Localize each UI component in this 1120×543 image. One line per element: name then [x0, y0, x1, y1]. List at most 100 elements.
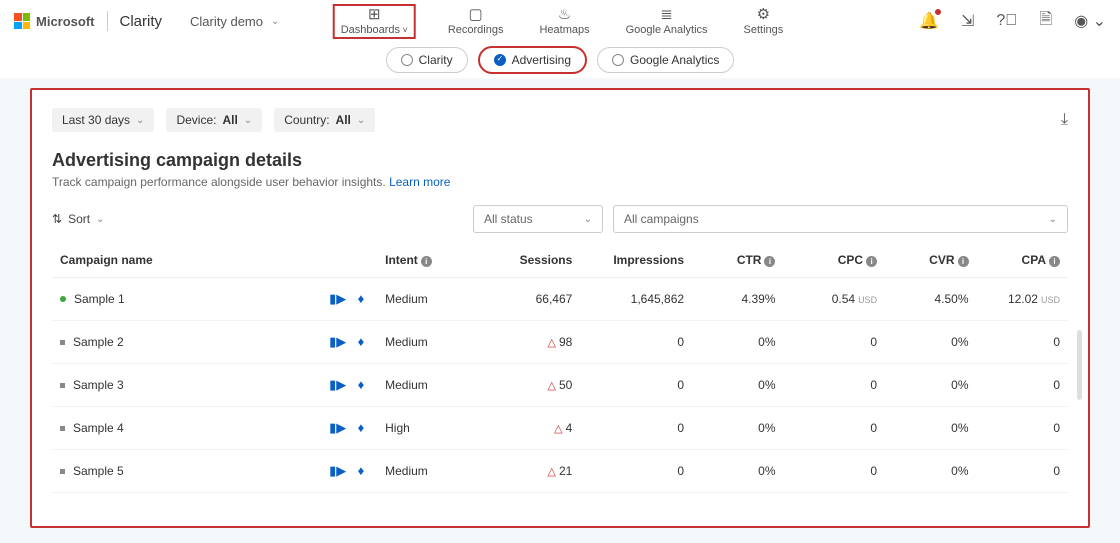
- status-dot-icon: [60, 296, 66, 302]
- sessions-cell: △21: [479, 450, 581, 493]
- help-icon[interactable]: ?⃝: [996, 12, 1017, 30]
- cvr-cell: 0%: [885, 407, 976, 450]
- nav-settings[interactable]: ⚙ Settings: [740, 5, 788, 38]
- info-icon[interactable]: i: [764, 256, 775, 267]
- table-row[interactable]: Sample 4 ▮▶ ♦ High △4 0 0% 0 0% 0: [52, 407, 1068, 450]
- col-cpc[interactable]: CPCi: [783, 243, 885, 278]
- sessions-cell: 66,467: [479, 278, 581, 321]
- recording-icon[interactable]: ▮▶: [329, 420, 346, 435]
- intent-cell: Medium: [377, 278, 479, 321]
- ctr-cell: 0%: [692, 450, 783, 493]
- nav-label: Heatmaps: [539, 24, 589, 36]
- ctr-cell: 0%: [692, 364, 783, 407]
- cvr-cell: 0%: [885, 321, 976, 364]
- col-impressions[interactable]: Impressions: [580, 243, 692, 278]
- content-wrap: Last 30 days ⌄ Device: All ⌄ Country: Al…: [0, 78, 1120, 528]
- user-menu-icon[interactable]: ◉ ⌄: [1074, 11, 1106, 31]
- main-nav: ⊞ Dashboards ▢ Recordings ♨ Heatmaps ≣ G…: [333, 0, 788, 42]
- cpa-cell: 0: [977, 407, 1068, 450]
- date-range-filter[interactable]: Last 30 days ⌄: [52, 108, 154, 132]
- gear-icon: ⚙: [757, 7, 770, 23]
- info-icon[interactable]: i: [421, 256, 432, 267]
- col-sessions[interactable]: Sessions: [479, 243, 581, 278]
- nav-heatmaps[interactable]: ♨ Heatmaps: [535, 5, 593, 38]
- col-campaign-name[interactable]: Campaign name: [52, 243, 316, 278]
- cvr-cell: 4.50%: [885, 278, 976, 321]
- col-intent[interactable]: Intenti: [377, 243, 479, 278]
- info-icon[interactable]: i: [958, 256, 969, 267]
- sort-button[interactable]: ⇅ Sort ⌄: [52, 212, 104, 226]
- recording-icon[interactable]: ▮▶: [329, 463, 346, 478]
- col-cpa[interactable]: CPAi: [977, 243, 1068, 278]
- chevron-down-icon: ⌄: [271, 16, 279, 27]
- cpa-cell: 12.02USD: [977, 278, 1068, 321]
- recording-icon[interactable]: ▮▶: [329, 377, 346, 392]
- intent-cell: High: [377, 407, 479, 450]
- filter-prefix: Device:: [176, 113, 216, 127]
- nav-dashboards[interactable]: ⊞ Dashboards: [333, 4, 416, 39]
- learn-more-link[interactable]: Learn more: [389, 175, 450, 189]
- recording-icon[interactable]: ▮▶: [329, 291, 346, 306]
- campaign-name: Sample 2: [73, 335, 124, 349]
- microsoft-text: Microsoft: [36, 14, 95, 29]
- campaign-cell: Sample 2: [60, 335, 308, 349]
- subtab-clarity[interactable]: Clarity: [386, 47, 468, 73]
- heatmap-icon[interactable]: ♦: [358, 291, 365, 306]
- heatmap-icon[interactable]: ♦: [358, 420, 365, 435]
- nav-recordings[interactable]: ▢ Recordings: [444, 5, 508, 38]
- chevron-down-icon: ⌄: [357, 115, 365, 126]
- col-cvr[interactable]: CVRi: [885, 243, 976, 278]
- status-select[interactable]: All status ⌄: [473, 205, 603, 233]
- nav-google-analytics[interactable]: ≣ Google Analytics: [622, 5, 712, 38]
- campaign-cell: Sample 4: [60, 421, 308, 435]
- impressions-cell: 1,645,862: [580, 278, 692, 321]
- info-icon[interactable]: i: [1049, 256, 1060, 267]
- top-bar: Microsoft Clarity Clarity demo ⌄ ⊞ Dashb…: [0, 0, 1120, 42]
- subtab-label: Google Analytics: [630, 53, 719, 67]
- status-dot-icon: [60, 340, 65, 345]
- nav-label: Dashboards: [341, 24, 408, 36]
- ctr-cell: 0%: [692, 321, 783, 364]
- cpa-cell: 0: [977, 450, 1068, 493]
- intent-cell: Medium: [377, 364, 479, 407]
- chevron-down-icon: ⌄: [96, 214, 104, 225]
- impressions-cell: 0: [580, 364, 692, 407]
- heatmap-icon[interactable]: ♦: [358, 334, 365, 349]
- ctr-cell: 0%: [692, 407, 783, 450]
- impressions-cell: 0: [580, 407, 692, 450]
- heatmap-icon[interactable]: ♦: [358, 463, 365, 478]
- subtab-advertising[interactable]: Advertising: [478, 46, 587, 74]
- col-ctr[interactable]: CTRi: [692, 243, 783, 278]
- notifications-icon[interactable]: 🔔: [919, 11, 939, 31]
- col-icons: [316, 243, 377, 278]
- download-icon[interactable]: ⤓: [1061, 111, 1068, 129]
- country-filter[interactable]: Country: All ⌄: [274, 108, 375, 132]
- subtab-label: Advertising: [512, 53, 571, 67]
- table-row[interactable]: Sample 2 ▮▶ ♦ Medium △98 0 0% 0 0% 0: [52, 321, 1068, 364]
- recording-icon[interactable]: ▮▶: [329, 334, 346, 349]
- select-value: All campaigns: [624, 212, 699, 226]
- dashboard-icon: ⊞: [368, 7, 381, 23]
- info-icon[interactable]: i: [866, 256, 877, 267]
- table-row[interactable]: Sample 1 ▮▶ ♦ Medium 66,467 1,645,862 4.…: [52, 278, 1068, 321]
- share-icon[interactable]: ⇲: [961, 11, 974, 31]
- content-card: Last 30 days ⌄ Device: All ⌄ Country: Al…: [30, 88, 1090, 528]
- nav-label: Recordings: [448, 24, 504, 36]
- document-icon[interactable]: 🗎: [1039, 8, 1052, 35]
- cpc-cell: 0: [783, 321, 885, 364]
- filters-row: Last 30 days ⌄ Device: All ⌄ Country: Al…: [52, 108, 1068, 132]
- heatmap-icon[interactable]: ♦: [358, 377, 365, 392]
- chevron-down-icon: ⌄: [244, 115, 252, 126]
- scrollbar[interactable]: [1077, 330, 1082, 400]
- cpc-cell: 0: [783, 407, 885, 450]
- cpa-cell: 0: [977, 364, 1068, 407]
- subtab-google-analytics[interactable]: Google Analytics: [597, 47, 734, 73]
- project-selector[interactable]: Clarity demo ⌄: [190, 14, 279, 29]
- chevron-down-icon: ⌄: [1049, 214, 1057, 225]
- cpc-cell: 0: [783, 450, 885, 493]
- table-row[interactable]: Sample 3 ▮▶ ♦ Medium △50 0 0% 0 0% 0: [52, 364, 1068, 407]
- campaigns-select[interactable]: All campaigns ⌄: [613, 205, 1068, 233]
- dashboard-subtabs: Clarity Advertising Google Analytics: [0, 42, 1120, 78]
- table-row[interactable]: Sample 5 ▮▶ ♦ Medium △21 0 0% 0 0% 0: [52, 450, 1068, 493]
- device-filter[interactable]: Device: All ⌄: [166, 108, 262, 132]
